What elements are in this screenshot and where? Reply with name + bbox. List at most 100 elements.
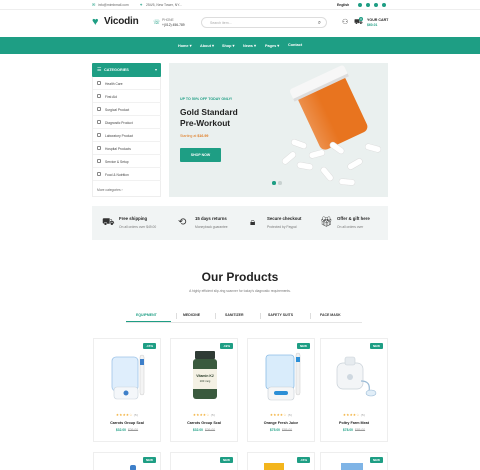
slider-dot[interactable] <box>278 181 282 185</box>
product-card[interactable]: NEW <box>320 452 388 470</box>
discount-badge: -15% <box>142 343 156 349</box>
product-thumbnail <box>341 463 363 470</box>
category-item[interactable]: Hospital Products <box>93 142 161 155</box>
hero-price: Starting at $16.99 <box>180 134 209 138</box>
product-thumbnail <box>130 465 136 470</box>
top-bar: ✉ info@mimbmail.com ⌖ 254/5, New Tower, … <box>0 0 480 10</box>
top-email[interactable]: info@mimbmail.com <box>98 3 129 7</box>
more-categories-link[interactable]: More categories › <box>97 188 123 192</box>
category-item[interactable]: Food & Nutrition <box>93 168 161 181</box>
chevron-down-icon: ▾ <box>154 67 157 72</box>
water-flosser-image <box>111 354 145 400</box>
pill-bottle-image <box>281 65 382 186</box>
nav-item-pages[interactable]: Pages ▾ <box>265 43 279 48</box>
category-item[interactable]: First Aid <box>93 90 161 103</box>
nav-item-home[interactable]: Home ▾ <box>178 43 192 48</box>
product-name[interactable]: Carrots Group Scal <box>171 421 237 425</box>
product-card[interactable]: NEW <box>170 452 238 470</box>
product-thumbnail <box>264 463 284 470</box>
new-badge: NEW <box>143 457 156 463</box>
category-item[interactable]: Health Care <box>93 77 161 90</box>
tab-medicine[interactable]: MEDICINE <box>183 313 200 317</box>
twitter-icon[interactable] <box>366 3 370 7</box>
cart-count-badge: 0 <box>359 17 363 21</box>
facebook-icon[interactable] <box>358 3 362 7</box>
tab-divider <box>215 313 216 319</box>
nav-item-news[interactable]: News ▾ <box>243 43 256 48</box>
product-price: $32.00 $36.00 <box>192 428 216 432</box>
product-price: $75.00 $85.00 <box>269 428 293 432</box>
svg-text:100 mcg: 100 mcg <box>200 379 211 383</box>
product-card[interactable]: -15% <box>247 452 315 470</box>
truck-icon: ⛟ <box>102 217 115 228</box>
category-icon <box>97 172 101 176</box>
categories-header[interactable]: ☰ CATEGORIES ▾ <box>92 63 161 77</box>
rating-stars: ★★★★☆ (5) <box>192 413 216 417</box>
cart-total: $60.01 <box>367 23 378 27</box>
menu-icon: ☰ <box>97 67 102 73</box>
tab-safety-suits[interactable]: SAFETY SUITS <box>268 313 293 317</box>
product-card[interactable]: Vitamin K2 100 mcg -19% ★★★★☆ (5) Carrot… <box>170 338 238 442</box>
product-card[interactable]: -15% ★★★★☆ (5) Carrots Group Scal $32.00… <box>93 338 161 442</box>
instagram-icon[interactable] <box>374 3 378 7</box>
svg-text:Vitamin K2: Vitamin K2 <box>196 374 214 378</box>
tab-divider <box>310 313 311 319</box>
new-badge: NEW <box>220 457 233 463</box>
search-input[interactable]: Search item... <box>210 21 232 25</box>
return-icon: ⟲ <box>178 217 187 228</box>
tab-divider <box>176 313 177 319</box>
category-icon <box>97 120 101 124</box>
location-icon: ⌖ <box>140 1 143 7</box>
user-icon[interactable]: ⚇ <box>342 18 348 26</box>
category-item[interactable]: Service & Setup <box>93 155 161 168</box>
product-name[interactable]: Poltry Farm Meat <box>321 421 387 425</box>
logo[interactable]: Vicodin <box>104 16 139 27</box>
language-select[interactable]: English <box>337 3 349 7</box>
category-icon <box>97 146 101 150</box>
product-card[interactable]: NEW ★★★★☆ (5) Orange Fresh Juice $75.00 $… <box>247 338 315 442</box>
pinterest-icon[interactable] <box>382 3 386 7</box>
categories-title: CATEGORIES <box>104 68 129 72</box>
product-card[interactable]: NEW <box>93 452 161 470</box>
product-price: $32.00 $36.00 <box>115 428 139 432</box>
cart-title[interactable]: YOUR CART <box>367 18 388 22</box>
discount-badge: -15% <box>296 457 310 463</box>
rating-stars: ★★★★☆ (5) <box>269 413 293 417</box>
discount-badge: -19% <box>219 343 233 349</box>
shop-now-button[interactable]: SHOP NOW <box>180 148 221 162</box>
phone-icon: ☏ <box>153 20 161 26</box>
slider-dot-active[interactable] <box>272 181 276 185</box>
nav-item-about[interactable]: About ▾ <box>200 43 214 48</box>
tab-face-mask[interactable]: FACE MASK <box>320 313 341 317</box>
product-name[interactable]: Orange Fresh Juice <box>248 421 314 425</box>
phone-label: PHONE <box>162 18 174 22</box>
hero-banner: UP TO 50% OFF TODAY ONLY! Gold Standard … <box>169 63 388 197</box>
product-card[interactable]: NEW ★★★★☆ (5) Poltry Farm Meat $78.00 $85… <box>320 338 388 442</box>
search-bar[interactable]: Search item... ⌕ <box>201 17 327 28</box>
nav-item-shop[interactable]: Shop ▾ <box>222 43 234 48</box>
tab-divider <box>260 313 261 319</box>
products-section-subtitle: A highly efficient slip-ring scanner for… <box>189 289 291 293</box>
oral-irrigator-image <box>265 352 301 401</box>
new-badge: NEW <box>370 457 383 463</box>
active-tab-indicator <box>126 321 171 323</box>
product-name[interactable]: Carrots Group Scal <box>94 421 160 425</box>
category-item[interactable]: Surgical Product <box>93 103 161 116</box>
product-tabs: EQUIPMENT MEDICINE SANITIZER SAFETY SUIT… <box>126 311 362 323</box>
lock-icon: 🔒︎ <box>250 217 256 228</box>
category-icon <box>97 81 101 85</box>
top-address: 254/5, New Tower, NY... <box>146 3 182 7</box>
search-icon[interactable]: ⌕ <box>318 20 321 27</box>
tab-sanitizer[interactable]: SANITIZER <box>225 313 243 317</box>
category-icon <box>97 94 101 98</box>
logo-heart-icon[interactable]: ♥ <box>92 17 102 28</box>
categories-list: Health Care First Aid Surgical Product D… <box>92 77 161 197</box>
phone-number[interactable]: +(012) 456-789 <box>162 23 185 27</box>
mail-icon: ✉ <box>92 1 96 7</box>
category-icon <box>97 159 101 163</box>
tab-equipment[interactable]: EQUIPMENT <box>136 313 157 317</box>
nav-item-contact[interactable]: Contact <box>288 43 302 47</box>
category-item[interactable]: Laboratory Product <box>93 129 161 142</box>
rating-stars: ★★★★☆ (5) <box>115 413 139 417</box>
category-item[interactable]: Diagnostic Product <box>93 116 161 129</box>
